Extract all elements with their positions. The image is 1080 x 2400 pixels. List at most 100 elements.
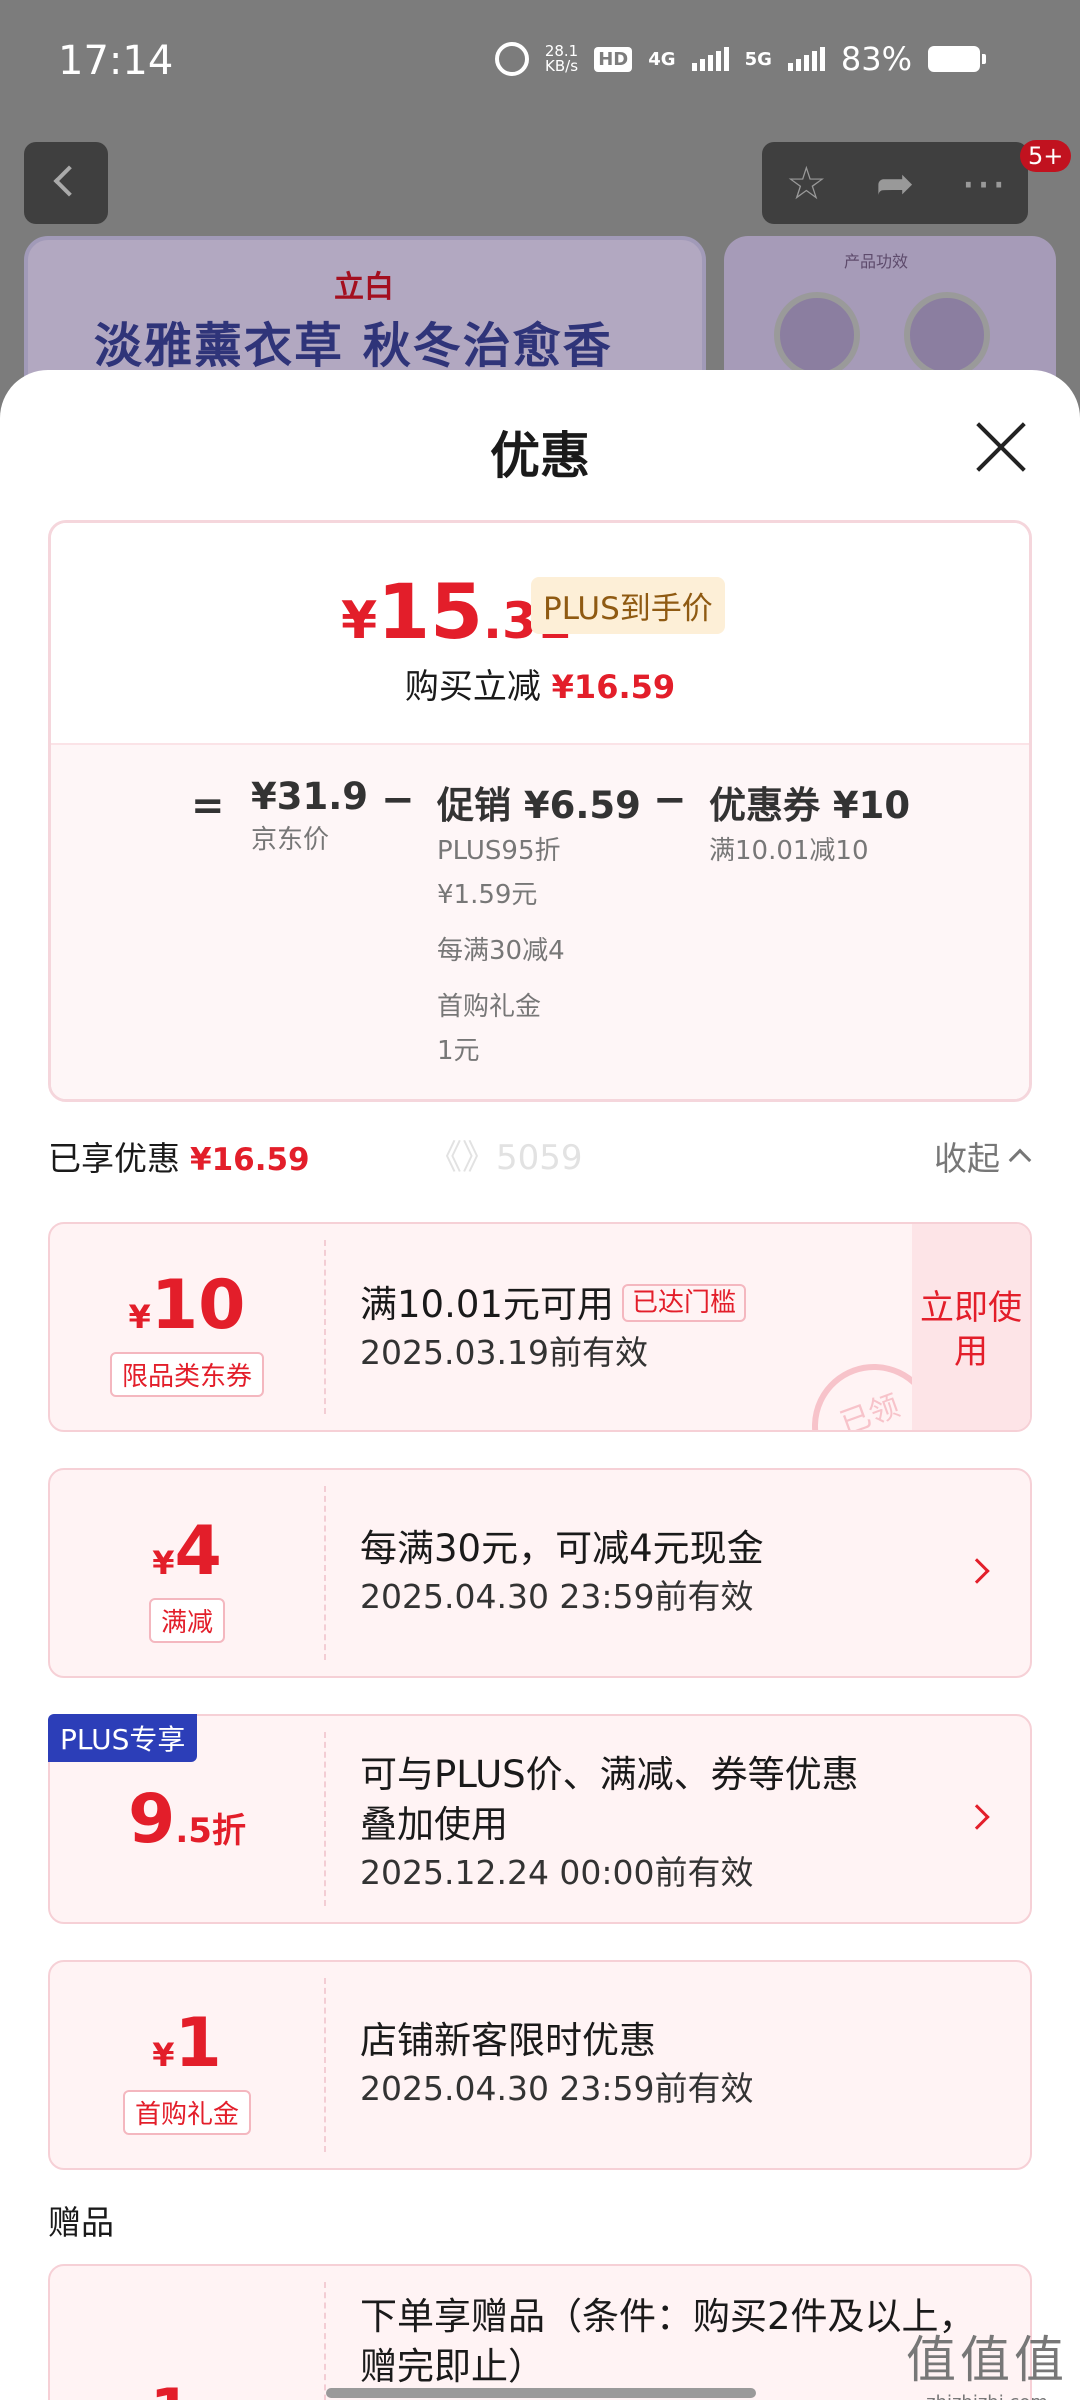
chevron-right-icon <box>964 1558 990 1584</box>
coupon-condition: 满10.01元可用 <box>360 1283 614 1326</box>
gift-section-title: 赠品 <box>48 2203 114 2242</box>
plus-price-tag: PLUS到手价 <box>531 577 725 634</box>
faint-watermark: 《》5059 <box>428 1138 583 1178</box>
coupon-card-first-purchase: ¥1 首购礼金 店铺新客限时优惠 2025.04.30 23:59前有效 <box>48 1960 1032 2170</box>
close-icon[interactable] <box>974 420 1028 474</box>
gift-number: 1 <box>150 2376 192 2400</box>
status-bar: 17:14 28.1 KB/s HD 4G 5G 83% <box>0 0 1080 120</box>
coupon-divider <box>324 1978 326 2152</box>
coupon-amount: ¥4 <box>50 1512 324 1591</box>
coupon-info: 满10.01元可用 已达门槛 2025.03.19前有效 <box>360 1280 746 1376</box>
coupon-condition: 可与PLUS价、满减、券等优惠 <box>360 1753 859 1796</box>
coupon-type-tag: 首购礼金 <box>122 2090 252 2135</box>
promo-line: 每满30减4 <box>437 936 565 966</box>
star-icon[interactable]: ☆ <box>778 155 834 211</box>
signal-4g-icon <box>691 47 729 71</box>
coupon-condition: 店铺新客限时优惠 <box>360 2019 656 2062</box>
top-actions: ☆ ➦ ⋯ <box>762 142 1028 224</box>
lavender-icon <box>774 292 860 378</box>
promo-line: 首购礼金 <box>437 992 542 1022</box>
coupon-amount: ¥10 <box>50 1266 324 1345</box>
signal-5g-label: 5G <box>744 48 772 70</box>
jd-price-column: ¥31.9 京东价 <box>251 775 368 862</box>
coupon-value: ¥10 限品类东券 <box>50 1224 324 1430</box>
gift-card: 1 下单享赠品（条件：购买2件及以上，赠完即止） <box>48 2264 1032 2400</box>
watermark-domain: zhizhizhi.com <box>906 2392 1068 2400</box>
jd-price-label: 京东价 <box>251 825 330 855</box>
chevron-right-icon <box>964 1804 990 1830</box>
net-speed-unit: KB/s <box>545 57 579 75</box>
coupon-divider <box>324 1486 326 1660</box>
jd-price: ¥31.9 <box>251 775 369 818</box>
coupon-info: 可与PLUS价、满减、券等优惠 叠加使用 2025.12.24 00:00前有效 <box>360 1750 859 1896</box>
signal-4g-label: 4G <box>648 48 676 70</box>
coupon-info: 店铺新客限时优惠 2025.04.30 23:59前有效 <box>360 2016 754 2112</box>
minus-sign: − <box>381 777 415 823</box>
coupon-value: ¥1 首购礼金 <box>50 1962 324 2168</box>
coupon-condition: 叠加使用 <box>360 1803 508 1846</box>
coupon-currency: ¥ <box>152 1544 175 1582</box>
coupon-card-full-reduction[interactable]: ¥4 满减 每满30元，可减4元现金 2025.04.30 23:59前有效 <box>48 1468 1032 1678</box>
enjoyed-label: 已享优惠 <box>48 1139 180 1178</box>
coupon-suffix: .5折 <box>175 1811 246 1851</box>
signal-5g-icon <box>787 47 825 71</box>
hd-badge: HD <box>594 46 633 72</box>
promo-line: ¥1.59元 <box>437 880 538 910</box>
promo-column: 促销 ¥6.59 PLUS95折 ¥1.59元 每满30减4 首购礼金 1元 <box>437 775 641 1073</box>
collapse-label: 收起 <box>934 1139 1000 1178</box>
coupon-head: 优惠券 ¥10 <box>709 784 911 827</box>
save-line: 购买立减 ¥16.59 <box>51 659 1029 708</box>
promo-line: PLUS95折 <box>437 836 561 866</box>
price-top: ¥15.31 PLUS到手价 购买立减 ¥16.59 <box>51 523 1029 743</box>
brand-logo: 立白 <box>334 270 394 305</box>
coupon-currency: ¥ <box>152 2036 175 2074</box>
coupon-expiry: 2025.12.24 00:00前有效 <box>360 1853 754 1892</box>
minus-sign: − <box>653 777 687 823</box>
coupon-divider <box>324 1732 326 1906</box>
price-currency: ¥ <box>341 591 378 651</box>
gift-text: 下单享赠品（条件：购买2件及以上，赠完即止） <box>360 2295 976 2388</box>
water-drop-icon <box>904 292 990 378</box>
threshold-reached-badge: 已达门槛 <box>621 1284 746 1322</box>
equals-sign: = <box>191 783 225 829</box>
thumbnail-caption: 产品功效 <box>844 252 909 271</box>
back-button[interactable] <box>24 142 108 224</box>
coupon-type-tag: 满减 <box>148 1598 226 1643</box>
net-speed: 28.1 KB/s <box>545 44 578 74</box>
share-icon[interactable]: ➦ <box>867 155 923 211</box>
site-watermark: 值值值 zhizhizhi.com <box>906 2320 1068 2400</box>
home-indicator[interactable] <box>326 2388 756 2398</box>
coupon-amount: 9.5折 <box>50 1780 324 1859</box>
sheet-title: 优惠 <box>490 427 590 485</box>
price-summary-card: ¥15.31 PLUS到手价 购买立减 ¥16.59 = ¥31.9 京东价 −… <box>48 520 1032 1102</box>
status-time: 17:14 <box>58 38 174 84</box>
coupon-expiry: 2025.04.30 23:59前有效 <box>360 1577 754 1616</box>
coupon-divider <box>324 1240 326 1414</box>
banner-title: 淡雅薰衣草 秋冬治愈香 <box>94 318 613 374</box>
coupon-expiry: 2025.04.30 23:59前有效 <box>360 2069 754 2108</box>
price-breakdown: = ¥31.9 京东价 − 促销 ¥6.59 PLUS95折 ¥1.59元 每满… <box>51 743 1029 1099</box>
save-label: 购买立减 <box>404 667 541 707</box>
price-integer: 15 <box>377 567 483 656</box>
coupon-line: 满10.01减10 <box>709 836 869 866</box>
coupon-number: 10 <box>150 1266 246 1345</box>
battery-icon <box>928 46 986 72</box>
promo-head: 促销 ¥6.59 <box>437 784 641 827</box>
enjoyed-amount: ¥16.59 <box>190 1142 310 1178</box>
chevron-up-icon <box>1008 1148 1032 1172</box>
battery-percent: 83% <box>840 40 912 78</box>
use-now-button[interactable]: 立即使用 <box>912 1224 1030 1430</box>
collapse-button[interactable]: 收起 <box>934 1132 1032 1180</box>
coupon-number: 9 <box>128 1780 176 1859</box>
save-amount: ¥16.59 <box>551 668 676 706</box>
more-icon[interactable]: ⋯ <box>956 155 1012 211</box>
coupon-info: 每满30元，可减4元现金 2025.04.30 23:59前有效 <box>360 1524 764 1620</box>
chevron-left-icon <box>53 165 85 197</box>
coupon-column: 优惠券 ¥10 满10.01减10 <box>709 775 910 873</box>
alarm-icon <box>494 42 529 76</box>
coupon-card-jd: ¥10 限品类东券 满10.01元可用 已达门槛 2025.03.19前有效 已领… <box>48 1222 1032 1432</box>
plus-exclusive-ribbon: PLUS专享 <box>48 1714 198 1762</box>
watermark-mark: 值值值 <box>906 2331 1068 2389</box>
coupon-value: ¥4 满减 <box>50 1470 324 1676</box>
coupon-expiry: 2025.03.19前有效 <box>360 1333 648 1372</box>
